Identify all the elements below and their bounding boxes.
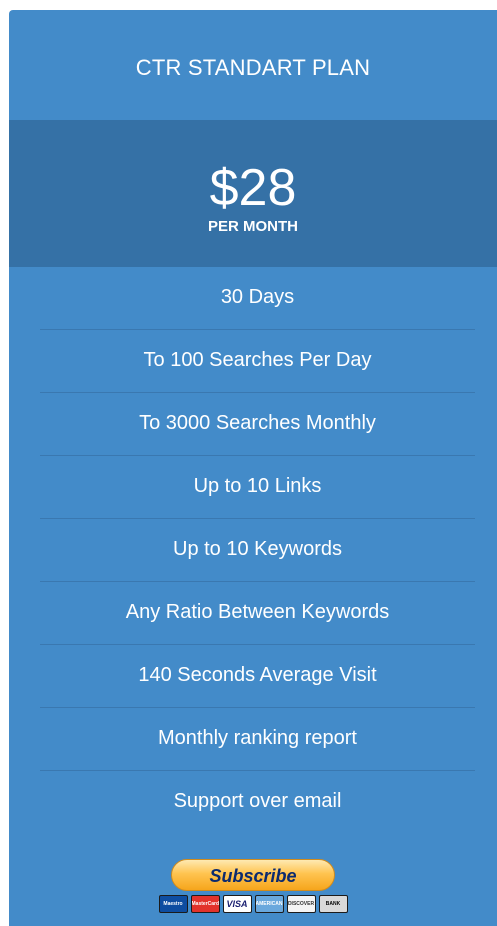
feature-list: 30 Days To 100 Searches Per Day To 3000 … <box>9 267 497 833</box>
bank-logo: BANK <box>318 895 348 913</box>
feature-item: Monthly ranking report <box>40 708 475 771</box>
amex-logo: AMERICAN EXPRESS <box>254 895 284 913</box>
feature-item: Any Ratio Between Keywords <box>40 582 475 645</box>
feature-item: To 3000 Searches Monthly <box>40 393 475 456</box>
mastercard-logo: MasterCard <box>190 895 220 913</box>
subscribe-area: Subscribe Maestro MasterCard VISA AMERIC… <box>9 859 497 913</box>
feature-item: Support over email <box>173 790 342 812</box>
payment-logos: Maestro MasterCard VISA AMERICAN EXPRESS… <box>9 895 497 913</box>
feature-item: 140 Seconds Average Visit <box>40 645 475 708</box>
maestro-logo: Maestro <box>158 895 188 913</box>
feature-item: To 100 Searches Per Day <box>40 330 475 393</box>
plan-price: $28 <box>209 159 297 217</box>
plan-title: CTR STANDART PLAN <box>135 55 371 80</box>
price-band: $28 PER MONTH <box>9 120 497 267</box>
feature-item: Up to 10 Keywords <box>40 519 475 582</box>
pricing-card: CTR STANDART PLAN $28 PER MONTH 30 Days … <box>9 10 497 926</box>
subscribe-button[interactable]: Subscribe <box>171 859 335 891</box>
visa-logo: VISA <box>222 895 252 913</box>
price-period: PER MONTH <box>208 218 298 235</box>
feature-item: Up to 10 Links <box>40 456 475 519</box>
discover-logo: DISCOVER <box>286 895 316 913</box>
feature-item: 30 Days <box>40 267 475 330</box>
